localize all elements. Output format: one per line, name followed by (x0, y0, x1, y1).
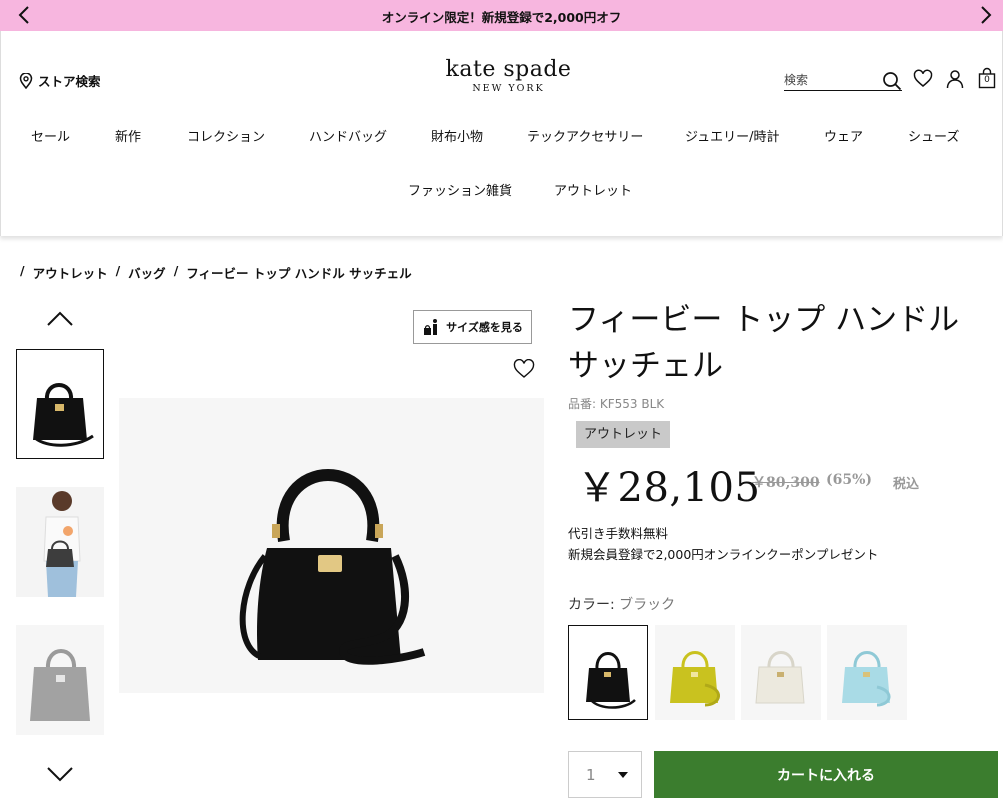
breadcrumb-separator: / (20, 263, 25, 278)
search-box (784, 69, 902, 91)
color-swatch-yellow[interactable] (655, 625, 735, 720)
model-thumbnail-image (16, 487, 104, 597)
breadcrumb-separator: / (173, 263, 179, 278)
heart-icon[interactable] (913, 69, 933, 89)
color-label-prefix: カラー: (568, 597, 620, 613)
product-title-line2: サッチェル (568, 348, 723, 384)
swatch-bag-black-image (586, 652, 636, 709)
add-to-cart-button[interactable]: カートに入れる (654, 751, 998, 798)
logo-main-text: kate spade (445, 57, 572, 82)
nav-item-collection[interactable]: コレクション (187, 126, 265, 145)
nav-item-wear[interactable]: ウェア (824, 126, 863, 145)
location-pin-icon (19, 72, 33, 89)
size-guide-label: サイズ感を見る (446, 321, 523, 334)
site-header: ストア検索 kate spade NEW YORK 0 セール 新作 コレクショ… (0, 31, 1003, 236)
product-title-line1: フィービー トップ ハンドル (568, 302, 960, 338)
bag-gray-thumbnail-image (30, 649, 90, 721)
logo-sub-text: NEW YORK (472, 83, 545, 94)
breadcrumb-item-outlet[interactable]: アウトレット (33, 263, 108, 282)
color-swatch-light-blue[interactable] (827, 625, 907, 720)
color-value: ブラック (619, 597, 676, 613)
cod-note: 代引き手数料無料 (568, 526, 669, 541)
nav-item-jewelry[interactable]: ジュエリー/時計 (685, 126, 779, 145)
caret-down-icon (618, 772, 628, 778)
search-input[interactable] (784, 70, 874, 87)
outlet-badge: アウトレット (576, 421, 671, 448)
thumbnail-3[interactable] (16, 625, 104, 735)
discount-percent: (65%) (826, 472, 873, 488)
thumbnail-1[interactable] (16, 349, 104, 459)
color-swatch-black[interactable] (568, 625, 648, 720)
breadcrumb-item-bags[interactable]: バッグ (128, 263, 166, 282)
swatch-bag-yellow-image (670, 651, 720, 707)
color-label: カラー: ブラック (568, 594, 675, 614)
swatch-bag-cream-image (755, 651, 805, 704)
sale-price: ￥28,105 (577, 465, 761, 511)
swatch-bag-light-blue-image (842, 651, 891, 707)
chevron-up-icon[interactable] (46, 309, 74, 329)
main-product-image[interactable] (119, 398, 544, 693)
breadcrumb-item-product: フィービー トップ ハンドル サッチェル (186, 266, 412, 281)
nav-item-tech[interactable]: テックアクセサリー (527, 126, 643, 145)
quantity-value: 1 (586, 766, 596, 784)
nav-item-sale[interactable]: セール (31, 126, 70, 145)
nav-item-outlet[interactable]: アウトレット (554, 180, 632, 199)
nav-item-shoes[interactable]: シューズ (908, 126, 959, 145)
cart-count: 0 (984, 75, 990, 85)
account-icon[interactable] (945, 69, 965, 89)
size-guide-button[interactable]: サイズ感を見る (413, 310, 532, 344)
search-icon[interactable] (882, 71, 902, 91)
bag-thumbnail-image (33, 383, 94, 447)
chevron-down-icon[interactable] (46, 764, 74, 784)
chevron-right-icon[interactable] (974, 4, 996, 26)
promo-bar: オンライン限定！新規登録で2,000円オフ (0, 0, 1003, 31)
color-swatch-cream[interactable] (741, 625, 821, 720)
product-code: 品番: KF553 BLK (568, 397, 665, 411)
coupon-note: 新規会員登録で2,000円オンラインクーポンプレゼント (568, 547, 879, 562)
nav-item-new[interactable]: 新作 (115, 126, 141, 145)
thumbnail-2[interactable] (16, 487, 104, 597)
tax-label: 税込 (893, 477, 920, 492)
quantity-select[interactable]: 1 (568, 751, 642, 798)
brand-logo[interactable]: kate spade NEW YORK (441, 57, 576, 94)
size-figure-icon (424, 319, 438, 335)
nav-item-handbags[interactable]: ハンドバッグ (309, 126, 387, 145)
cart-icon[interactable]: 0 (978, 67, 996, 89)
breadcrumb: / アウトレット / バッグ / フィービー トップ ハンドル サッチェル (20, 263, 412, 282)
product-title: フィービー トップ ハンドル サッチェル (568, 297, 988, 389)
promo-text[interactable]: オンライン限定！新規登録で2,000円オフ (0, 7, 1003, 26)
nav-item-wallets[interactable]: 財布小物 (431, 126, 483, 145)
breadcrumb-separator: / (115, 263, 121, 278)
nav-item-accessories[interactable]: ファッション雑貨 (408, 180, 512, 199)
bag-product-image (239, 469, 426, 665)
store-search-label: ストア検索 (38, 74, 101, 89)
store-search-link[interactable]: ストア検索 (19, 71, 101, 90)
wishlist-heart-icon[interactable] (513, 359, 535, 379)
original-price: ￥80,300 (752, 475, 820, 491)
